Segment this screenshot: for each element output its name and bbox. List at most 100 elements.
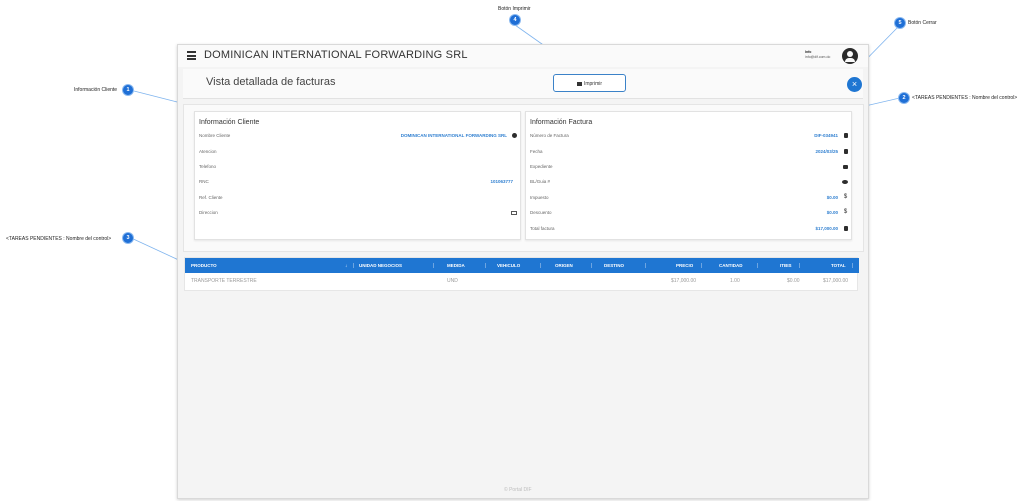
info-circle-icon	[512, 133, 517, 138]
client-row: Nombre Cliente DOMINICAN INTERNATIONAL F…	[199, 131, 517, 140]
column-header[interactable]: VEHICULO	[497, 258, 520, 273]
invoice-total-value: $17,000.00	[815, 226, 838, 231]
client-info-card: Información Cliente Nombre Cliente DOMIN…	[194, 111, 521, 240]
invoice-row: Descuento $0.00 $	[530, 208, 848, 217]
row-label: Descuento	[530, 210, 552, 215]
table-cell: $17,000.00	[671, 278, 697, 284]
column-separator	[757, 263, 758, 268]
table-cell: $0.00	[787, 278, 800, 284]
details-panel: Información Cliente Nombre Cliente DOMIN…	[183, 104, 864, 252]
invoice-info-title: Información Factura	[530, 119, 593, 126]
client-row: Atencion	[199, 147, 517, 156]
gears-icon	[842, 179, 848, 184]
row-label: Ref. Cliente	[199, 195, 223, 200]
invoice-info-card: Información Factura Número de Factura DI…	[525, 111, 852, 240]
column-header[interactable]: PRECIO	[676, 258, 693, 273]
menu-icon[interactable]	[187, 51, 196, 60]
print-button-label: Imprimir	[583, 81, 603, 87]
user-info: Info info@dif.com.do	[805, 50, 830, 59]
column-separator	[485, 263, 486, 268]
column-separator	[701, 263, 702, 268]
sort-icon[interactable]: ↓	[345, 258, 347, 273]
column-header[interactable]: CANTIDAD	[719, 258, 743, 273]
row-label: Atencion	[199, 149, 217, 154]
column-separator	[799, 263, 800, 268]
dollar-icon: $	[843, 209, 848, 215]
annotation-label: Información Cliente	[74, 87, 118, 93]
file-icon	[844, 133, 848, 138]
annotation-badge: 5	[895, 18, 905, 28]
invoice-row: Número de Factura DIF-034941	[530, 131, 848, 140]
annotation-label: <TAREAS PENDIENTES : Nombre del control>	[912, 95, 1018, 101]
top-bar: DOMINICAN INTERNATIONAL FORWARDING SRL I…	[178, 45, 868, 67]
page-title: Vista detallada de facturas	[206, 76, 336, 88]
invoice-number-value: DIF-034941	[814, 133, 838, 138]
column-separator	[540, 263, 541, 268]
invoice-lines-table: PRODUCTO ↓ UNIDAD NEGOCIOS MEDIDA VEHICU…	[184, 257, 859, 291]
column-separator	[645, 263, 646, 268]
print-button[interactable]: Imprimir	[553, 74, 626, 92]
client-row: Telefono	[199, 162, 517, 171]
row-label: Telefono	[199, 164, 217, 169]
table-cell: 1.00	[730, 278, 740, 284]
annotation-label: Botón Imprimir	[498, 6, 531, 12]
column-header[interactable]: PRODUCTO	[191, 258, 217, 273]
column-separator	[852, 263, 853, 268]
column-header[interactable]: TOTAL	[831, 258, 846, 273]
row-label: BL/Guia #	[530, 179, 551, 184]
invoice-row: BL/Guia #	[530, 177, 848, 186]
column-header[interactable]: DESTINO	[604, 258, 624, 273]
column-header[interactable]: ITBIS	[780, 258, 792, 273]
column-separator	[591, 263, 592, 268]
date-value: 2024/03/25	[815, 149, 838, 154]
column-header[interactable]: ORIGEN	[555, 258, 573, 273]
row-label: Número de Factura	[530, 133, 569, 138]
client-row: Direccion	[199, 208, 517, 217]
rnc-value: 101063777	[490, 179, 513, 184]
annotation-label: Botón Cerrar	[908, 20, 937, 26]
tax-value: $0.00	[826, 195, 838, 200]
row-label: Fecha	[530, 149, 543, 154]
folder-icon	[843, 164, 848, 169]
dollar-icon: $	[843, 194, 848, 200]
column-separator	[353, 263, 354, 268]
printer-icon	[576, 81, 582, 86]
row-label: Direccion	[199, 210, 218, 215]
invoice-row: Impuesto $0.00 $	[530, 193, 848, 202]
user-email: info@dif.com.do	[805, 54, 831, 59]
address-card-icon	[511, 210, 517, 215]
table-header: PRODUCTO ↓ UNIDAD NEGOCIOS MEDIDA VEHICU…	[185, 258, 859, 273]
table-cell: TRANSPORTE TERRESTRE	[191, 278, 257, 284]
app-window: DOMINICAN INTERNATIONAL FORWARDING SRL I…	[177, 44, 869, 499]
annotation-label: <TAREAS PENDIENTES : Nombre del control>	[6, 236, 112, 242]
calendar-icon	[844, 149, 848, 154]
annotation-badge: 1	[123, 85, 133, 95]
invoice-row: Expediente	[530, 162, 848, 171]
client-row: Ref. Cliente	[199, 193, 517, 202]
file-invoice-icon	[844, 226, 848, 231]
row-label: Total factura	[530, 226, 555, 231]
column-header[interactable]: UNIDAD NEGOCIOS	[359, 258, 402, 273]
annotation-badge: 3	[123, 233, 133, 243]
row-label: Nombre Cliente	[199, 133, 231, 138]
column-separator	[433, 263, 434, 268]
discount-value: $0.00	[826, 210, 838, 215]
invoice-row: Fecha 2024/03/25	[530, 147, 848, 156]
footer: © Portal DIF	[504, 487, 532, 493]
row-label: Expediente	[530, 164, 553, 169]
table-cell: $17,000.00	[823, 278, 849, 284]
table-cell: UND	[447, 278, 458, 284]
annotation-badge: 2	[899, 93, 909, 103]
client-info-title: Información Cliente	[199, 119, 260, 126]
annotation-badge: 4	[510, 15, 520, 25]
client-row: RNC 101063777	[199, 177, 517, 186]
row-label: RNC	[199, 179, 209, 184]
page-header: Vista detallada de facturas Imprimir ×	[183, 69, 863, 99]
close-button[interactable]: ×	[847, 77, 862, 92]
company-name: DOMINICAN INTERNATIONAL FORWARDING SRL	[204, 49, 468, 61]
client-name-value: DOMINICAN INTERNATIONAL FORWARDING SRL	[400, 133, 507, 138]
column-header[interactable]: MEDIDA	[447, 258, 465, 273]
row-label: Impuesto	[530, 195, 549, 200]
invoice-row: Total factura $17,000.00	[530, 224, 848, 233]
user-avatar-icon[interactable]	[842, 48, 858, 64]
